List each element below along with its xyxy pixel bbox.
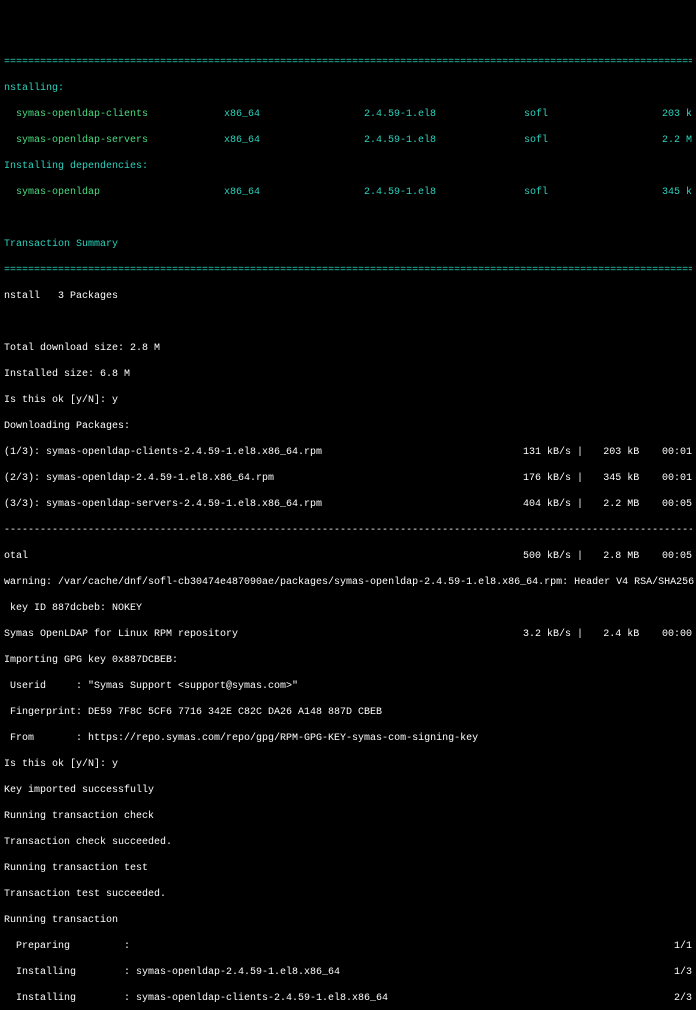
trans-test: Running transaction test xyxy=(4,862,692,875)
repo-info-row: Symas OpenLDAP for Linux RPM repository … xyxy=(4,628,692,641)
trans-row: Installing : symas-openldap-clients-2.4.… xyxy=(4,992,692,1005)
trans-action: Installing xyxy=(4,992,124,1005)
trans-count: 1/1 xyxy=(652,940,692,953)
trans-summary-title: Transaction Summary xyxy=(4,238,692,251)
key-imported: Key imported successfully xyxy=(4,784,692,797)
dl-size: 2.4 kB xyxy=(603,628,662,641)
dl-speed: 131 kB/s | xyxy=(523,446,603,459)
pkg-repo: sofl xyxy=(524,134,614,147)
trans-pkg: : symas-openldap-clients-2.4.59-1.el8.x8… xyxy=(124,992,652,1005)
pkg-arch: x86_64 xyxy=(224,108,364,121)
dl-time: 00:00 xyxy=(662,628,692,641)
gpg-userid: Userid : "Symas Support <support@symas.c… xyxy=(4,680,692,693)
pkg-size: 203 k xyxy=(614,108,692,121)
trans-test-ok: Transaction test succeeded. xyxy=(4,888,692,901)
downloading-header: Downloading Packages: xyxy=(4,420,692,433)
pkg-size: 2.2 M xyxy=(614,134,692,147)
trans-check: Running transaction check xyxy=(4,810,692,823)
dl-name: Symas OpenLDAP for Linux RPM repository xyxy=(4,628,523,641)
pkg-ver: 2.4.59-1.el8 xyxy=(364,134,524,147)
pkg-arch: x86_64 xyxy=(224,134,364,147)
download-size: Total download size: 2.8 M xyxy=(4,342,692,355)
pkg-row-base: symas-openldap x86_64 2.4.59-1.el8 sofl … xyxy=(4,186,692,199)
trans-count: 2/3 xyxy=(652,992,692,1005)
dl-time: 00:01 xyxy=(662,472,692,485)
deps-header: Installing dependencies: xyxy=(4,160,692,173)
dl-name: (2/3): symas-openldap-2.4.59-1.el8.x86_6… xyxy=(4,472,523,485)
download-total-row: otal 500 kB/s | 2.8 MB 00:05 xyxy=(4,550,692,563)
trans-check-ok: Transaction check succeeded. xyxy=(4,836,692,849)
trans-running: Running transaction xyxy=(4,914,692,927)
dl-time: 00:01 xyxy=(662,446,692,459)
confirm-prompt: Is this ok [y/N]: y xyxy=(4,394,692,407)
pkg-repo: sofl xyxy=(524,108,614,121)
dl-name: (1/3): symas-openldap-clients-2.4.59-1.e… xyxy=(4,446,523,459)
dl-time: 00:05 xyxy=(662,550,692,563)
pkg-name: symas-openldap xyxy=(4,186,224,199)
dl-speed: 176 kB/s | xyxy=(523,472,603,485)
trans-action: Installing xyxy=(4,966,124,979)
gpg-fingerprint: Fingerprint: DE59 7F8C 5CF6 7716 342E C8… xyxy=(4,706,692,719)
dl-speed: 3.2 kB/s | xyxy=(523,628,603,641)
dl-size: 2.8 MB xyxy=(603,550,662,563)
download-row: (1/3): symas-openldap-clients-2.4.59-1.e… xyxy=(4,446,692,459)
pkg-size: 345 k xyxy=(614,186,692,199)
trans-action: Preparing xyxy=(4,940,124,953)
download-row: (2/3): symas-openldap-2.4.59-1.el8.x86_6… xyxy=(4,472,692,485)
gpg-importing: Importing GPG key 0x887DCBEB: xyxy=(4,654,692,667)
dash-divider: ----------------------------------------… xyxy=(4,524,692,537)
trans-pkg: : xyxy=(124,940,652,953)
confirm-prompt-2: Is this ok [y/N]: y xyxy=(4,758,692,771)
dl-name: otal xyxy=(4,550,523,563)
gpg-from: From : https://repo.symas.com/repo/gpg/R… xyxy=(4,732,692,745)
dl-speed: 500 kB/s | xyxy=(523,550,603,563)
pkg-ver: 2.4.59-1.el8 xyxy=(364,186,524,199)
pkg-name: symas-openldap-servers xyxy=(4,134,224,147)
pkg-name: symas-openldap-clients xyxy=(4,108,224,121)
dl-size: 345 kB xyxy=(603,472,662,485)
install-count: nstall 3 Packages xyxy=(4,290,692,303)
divider-top: ========================================… xyxy=(4,56,692,69)
trans-row: Installing : symas-openldap-2.4.59-1.el8… xyxy=(4,966,692,979)
gpg-warning: warning: /var/cache/dnf/sofl-cb30474e487… xyxy=(4,576,692,589)
pkg-row-servers: symas-openldap-servers x86_64 2.4.59-1.e… xyxy=(4,134,692,147)
divider: ========================================… xyxy=(4,264,692,277)
dl-size: 203 kB xyxy=(603,446,662,459)
trans-count: 1/3 xyxy=(652,966,692,979)
gpg-warning2: key ID 887dcbeb: NOKEY xyxy=(4,602,692,615)
pkg-ver: 2.4.59-1.el8 xyxy=(364,108,524,121)
pkg-repo: sofl xyxy=(524,186,614,199)
trans-pkg: : symas-openldap-2.4.59-1.el8.x86_64 xyxy=(124,966,652,979)
pkg-row-clients: symas-openldap-clients x86_64 2.4.59-1.e… xyxy=(4,108,692,121)
installed-size: Installed size: 6.8 M xyxy=(4,368,692,381)
trans-row: Preparing : 1/1 xyxy=(4,940,692,953)
installing-header: nstalling: xyxy=(4,82,692,95)
pkg-arch: x86_64 xyxy=(224,186,364,199)
